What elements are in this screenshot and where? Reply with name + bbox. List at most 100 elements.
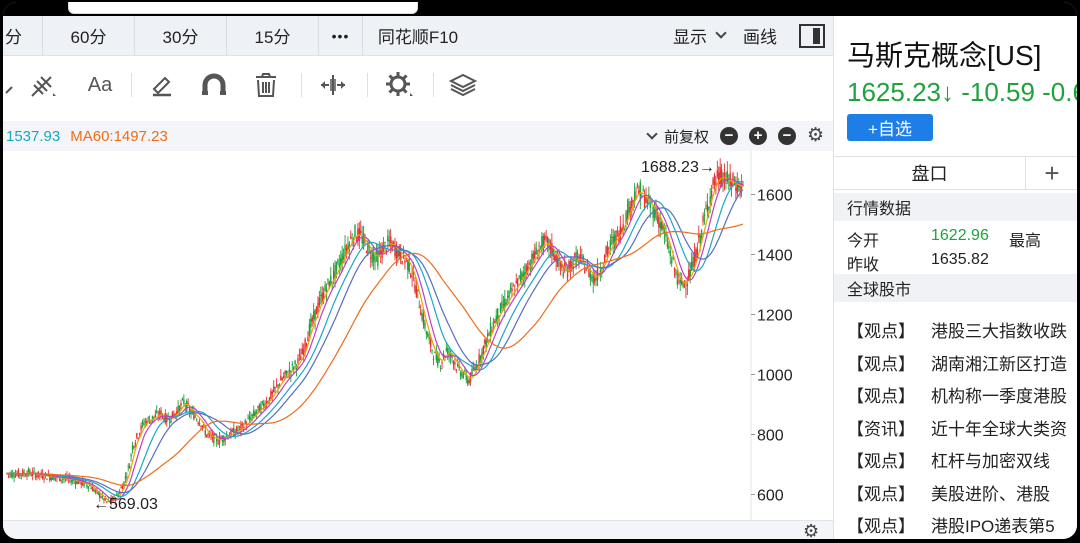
candle-body xyxy=(168,421,171,423)
ma5-line xyxy=(7,177,744,502)
candle-body xyxy=(556,259,559,268)
top-search-box[interactable] xyxy=(68,2,418,14)
candle-body xyxy=(43,478,45,480)
candle-body xyxy=(581,254,583,256)
candle-body xyxy=(235,426,238,432)
candle-body xyxy=(257,405,259,409)
text-tool-icon[interactable]: Aa xyxy=(81,71,119,99)
candle-body xyxy=(74,481,77,485)
app-window: 分 60分 30分 15分 ••• 同花顺F10 显示 画线 Aa 1537.9… xyxy=(3,2,1077,539)
candle-body xyxy=(431,349,433,351)
candle-body xyxy=(419,312,422,316)
bottom-settings-icon[interactable]: ⚙ xyxy=(803,521,819,539)
candle-body xyxy=(33,470,35,472)
news-item[interactable]: 【观点】 港股IPO递表第5 xyxy=(847,512,1055,537)
candle-body xyxy=(388,239,390,242)
candle-body xyxy=(478,354,480,365)
candle-body xyxy=(13,476,15,478)
candle-body xyxy=(138,433,141,436)
candle-body xyxy=(332,270,335,280)
candle-body xyxy=(183,399,185,404)
side-panel-toggle-icon[interactable] xyxy=(799,23,825,48)
news-item[interactable]: 【观点】 杠杆与加密双线 xyxy=(847,447,1050,472)
candle-body xyxy=(154,414,157,418)
candle-body xyxy=(544,235,546,241)
candle-body xyxy=(424,322,426,329)
period-minute[interactable]: 分 xyxy=(3,15,43,56)
trash-icon[interactable] xyxy=(253,71,279,99)
line-tool-icon[interactable] xyxy=(3,71,15,99)
ma20-value: 1537.93 xyxy=(6,127,61,145)
candle-body xyxy=(486,333,489,337)
candle-body xyxy=(535,247,537,255)
candle-body xyxy=(595,278,597,280)
candle-body xyxy=(605,246,607,255)
candle-body xyxy=(418,307,420,309)
news-item[interactable]: 【资讯】 近十年全球大类资 xyxy=(847,415,1067,440)
period-30min[interactable]: 30分 xyxy=(135,15,227,56)
candle-body xyxy=(441,362,443,364)
chart-settings-icon[interactable]: ⚙ xyxy=(807,126,825,145)
news-tag: 【观点】 xyxy=(847,387,915,406)
candle-body xyxy=(534,251,536,259)
draw-line-button[interactable]: 画线 xyxy=(743,23,799,48)
candle-body xyxy=(592,274,594,284)
kline-chart-area[interactable]: 600 800 1000 1200 1400 1600 1688.23→ ←569.03 xyxy=(3,151,833,539)
candle-body xyxy=(186,401,188,412)
adjust-mode-dropdown[interactable]: 前复权 xyxy=(664,126,709,147)
add-watchlist-button[interactable]: +自选 xyxy=(847,114,933,141)
news-title: 港股IPO递表第5 xyxy=(931,517,1055,536)
kline-chart[interactable]: 600 800 1000 1200 1400 1600 1688.23→ ←569.03 xyxy=(3,151,833,521)
quote-section-title: 行情数据 xyxy=(834,193,1077,221)
news-item[interactable]: 【观点】 湖南湘江新区打造 xyxy=(847,350,1067,375)
settings-gear-icon[interactable] xyxy=(385,71,415,99)
news-title: 湖南湘江新区打造 xyxy=(931,354,1067,374)
candle-body xyxy=(645,197,647,203)
candle-body xyxy=(87,486,90,489)
candle-body xyxy=(370,257,372,259)
pen-icon[interactable] xyxy=(149,71,175,99)
candle-body xyxy=(288,368,291,372)
candle-body xyxy=(160,410,162,417)
candle-body xyxy=(128,466,131,469)
candle-body xyxy=(308,324,311,336)
candle-body xyxy=(197,422,199,424)
fib-tool-icon[interactable] xyxy=(29,71,59,99)
candle-body xyxy=(61,478,64,480)
candle-body xyxy=(344,244,346,257)
candle-body xyxy=(536,258,539,260)
fit-width-icon[interactable] xyxy=(319,71,347,99)
display-dropdown[interactable]: 显示 xyxy=(673,23,743,48)
zoom-in-button[interactable]: + xyxy=(749,127,767,145)
candle-body xyxy=(432,358,435,360)
candle-body xyxy=(177,405,179,413)
more-periods-button[interactable]: ••• xyxy=(319,15,363,56)
period-15min[interactable]: 15分 xyxy=(227,15,319,56)
candle-body xyxy=(24,475,27,477)
candle-body xyxy=(94,489,97,492)
candle-body xyxy=(147,417,149,419)
add-tab-button[interactable]: + xyxy=(1026,157,1077,189)
news-item[interactable]: 【观点】 美股进阶、港股 xyxy=(847,480,1050,505)
candle-body xyxy=(518,275,520,277)
candle-body xyxy=(669,250,671,257)
ma20-line xyxy=(7,180,744,498)
candle-body xyxy=(196,419,198,421)
magnet-icon[interactable] xyxy=(200,71,228,99)
news-item[interactable]: 【观点】 港股三大指数收跌 xyxy=(847,317,1067,342)
candle-body xyxy=(428,337,430,340)
news-item[interactable]: 【观点】 机构称一季度港股 xyxy=(847,382,1067,407)
candle-body xyxy=(304,339,306,350)
period-60min[interactable]: 60分 xyxy=(43,15,135,56)
f10-button[interactable]: 同花顺F10 xyxy=(363,16,473,56)
shrink-button[interactable]: − xyxy=(778,127,796,145)
zoom-out-button[interactable]: − xyxy=(720,127,738,145)
candle-body xyxy=(133,445,135,448)
candle-body xyxy=(715,182,717,186)
tab-pankou[interactable]: 盘口 xyxy=(834,157,1026,189)
chevron-down-icon xyxy=(715,27,727,39)
layers-icon[interactable] xyxy=(449,71,477,99)
chart-controls: 前复权 − + − ⚙ xyxy=(646,126,833,147)
global-market-title: 全球股市 xyxy=(834,274,1077,302)
chevron-down-icon[interactable] xyxy=(646,128,658,140)
